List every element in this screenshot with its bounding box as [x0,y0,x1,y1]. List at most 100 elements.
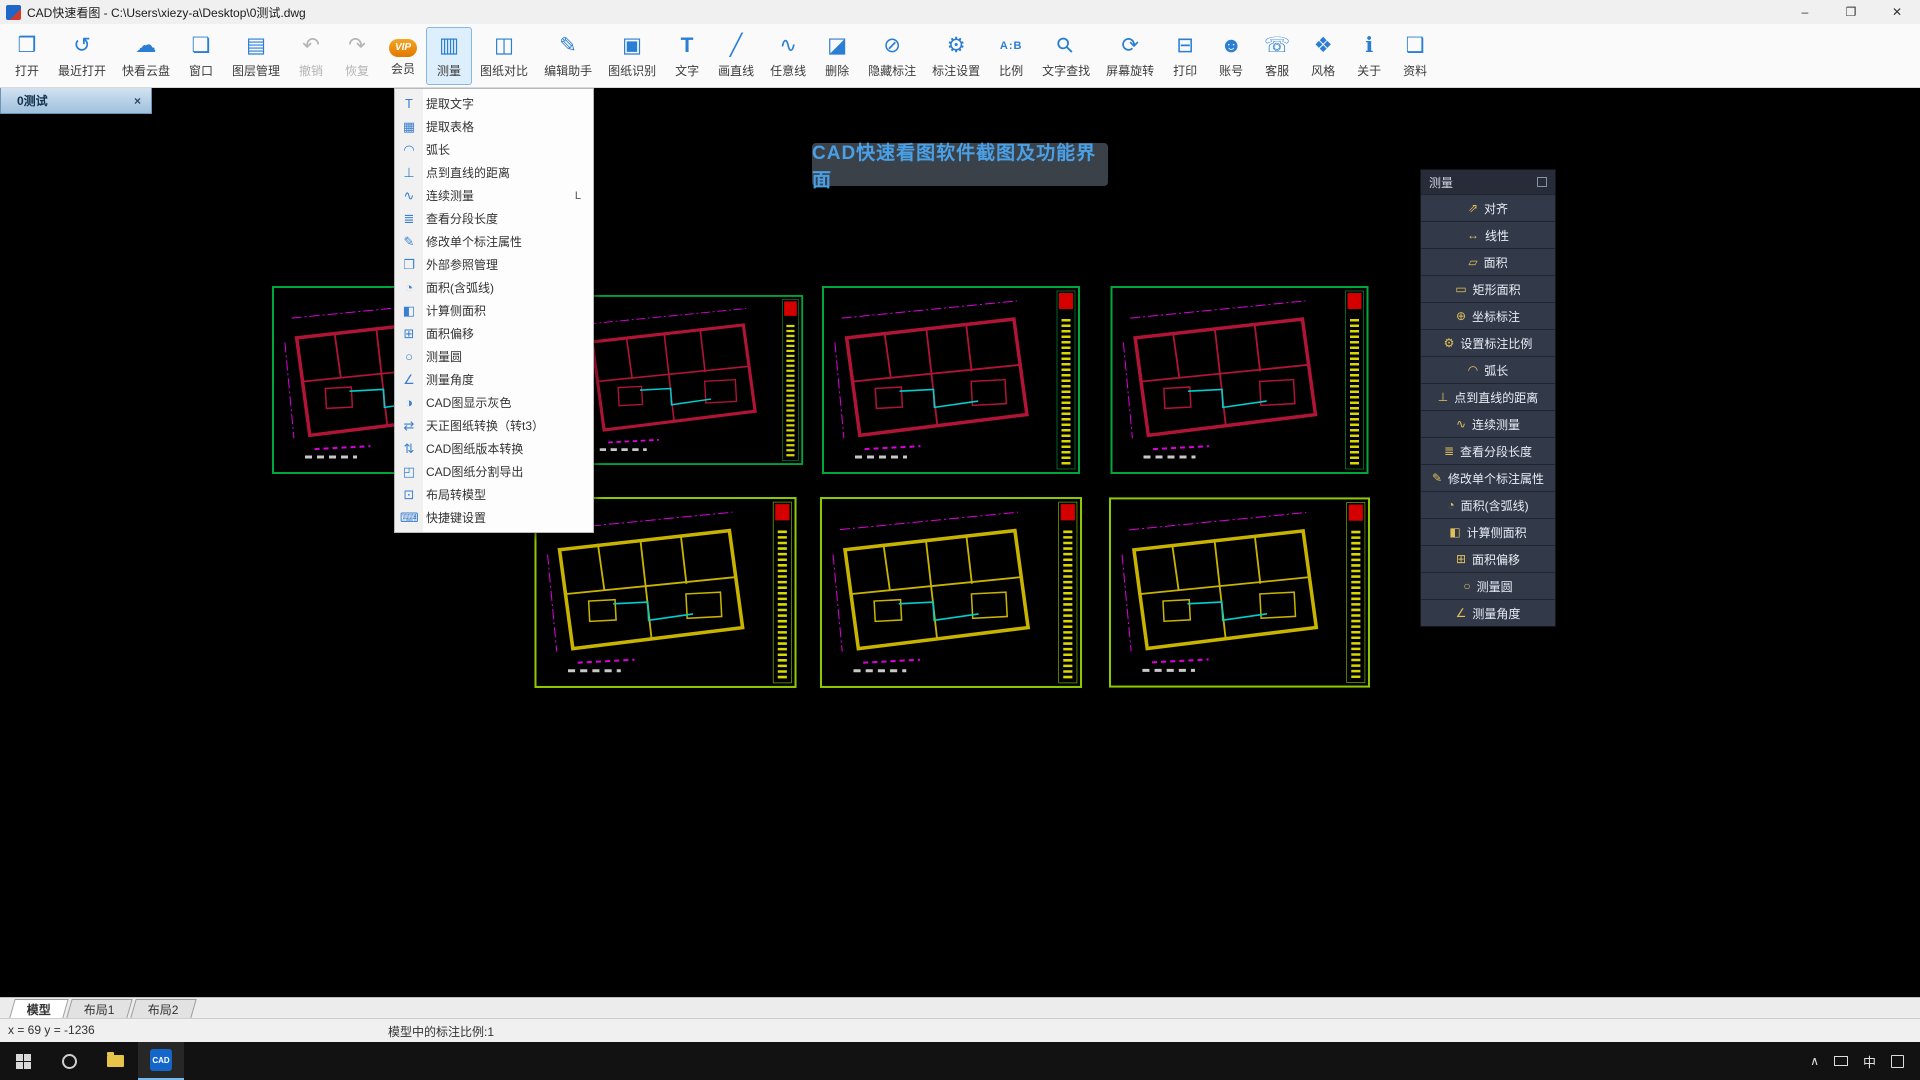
style-button[interactable]: ❖ 风格 [1300,27,1346,85]
menu-side-area[interactable]: ◧ 计算侧面积 [395,299,593,322]
menu-hotkey-settings[interactable]: ⌨ 快捷键设置 [395,506,593,529]
menu-split-export[interactable]: ◰ CAD图纸分割导出 [395,460,593,483]
notification-center-icon[interactable] [1891,1054,1904,1068]
sheet-tab-layout2[interactable]: 布局2 [129,999,197,1018]
panel-settings-icon[interactable] [1537,177,1547,187]
about-button[interactable]: ℹ 关于 [1346,27,1392,85]
redo-button[interactable]: ↷ 恢复 [334,27,380,85]
print-button[interactable]: ⊟ 打印 [1162,27,1208,85]
toolbar-button-icon: ☁ [135,33,157,57]
menu-version-convert[interactable]: ⇅ CAD图纸版本转换 [395,437,593,460]
system-tray: ∧ 中 [1810,1052,1920,1071]
menu-measure-angle[interactable]: ∠ 测量角度 [395,368,593,391]
panel-area-with-arc[interactable]: ◔ 面积(含弧线) [1421,492,1555,518]
menu-measure-circle[interactable]: ○ 测量圆 [395,345,593,368]
cad-drawing-thumbnail [1108,496,1371,689]
account-button[interactable]: ☻ 账号 [1208,27,1254,85]
cloud-drive-button[interactable]: ☁ 快看云盘 [114,27,178,85]
menu-modify-annotation[interactable]: ✎ 修改单个标注属性 [395,230,593,253]
menu-area-offset[interactable]: ⊞ 面积偏移 [395,322,593,345]
menu-extract-text[interactable]: T 提取文字 [395,92,593,115]
menu-xref-manager[interactable]: ❐ 外部参照管理 [395,253,593,276]
panel-side-area[interactable]: ◧ 计算侧面积 [1421,519,1555,545]
toolbar-button-icon: ∿ [779,33,797,57]
network-icon[interactable] [1833,1056,1848,1066]
scale-button[interactable]: A:B 比例 [988,27,1034,85]
recent-open-button[interactable]: ↺ 最近打开 [50,27,114,85]
panel-measure-angle[interactable]: ∠ 测量角度 [1421,600,1555,626]
menu-arc-length[interactable]: ◠ 弧长 [395,138,593,161]
draw-line-button[interactable]: ╱ 画直线 [710,27,762,85]
close-button[interactable]: ✕ [1874,0,1920,24]
cad-app-icon: CAD [150,1049,172,1071]
panel-continuous-measure[interactable]: ∿ 连续测量 [1421,411,1555,437]
menu-area-with-arc[interactable]: ◔ 面积(含弧线) [395,276,593,299]
menu-tianzheng-convert[interactable]: ⇄ 天正图纸转换（转t3） [395,414,593,437]
panel-segment-length[interactable]: ≣ 查看分段长度 [1421,438,1555,464]
cad-app-taskbar-button[interactable]: CAD [138,1042,184,1080]
drawing-canvas[interactable]: CAD快速看图软件截图及功能界面 0测试 × T 提取文字 ▦ 提取表格 ◠ 弧… [0,88,1920,997]
panel-point-to-line-distance[interactable]: ⊥ 点到直线的距离 [1421,384,1555,410]
start-button[interactable] [0,1042,46,1080]
menu-item-icon: ◰ [402,463,416,479]
panel-align[interactable]: ⇗ 对齐 [1421,195,1555,221]
toolbar-button-icon: ❒ [17,33,37,57]
menu-item-label: 快捷键设置 [426,511,487,525]
edit-assistant-button[interactable]: ✎ 编辑助手 [536,27,600,85]
delete-button[interactable]: ◪ 删除 [814,27,860,85]
text-button[interactable]: T 文字 [664,27,710,85]
cortana-button[interactable] [46,1042,92,1080]
panel-item-label: 弧长 [1484,363,1509,378]
panel-measure-circle[interactable]: ○ 测量圆 [1421,573,1555,599]
measure-button[interactable]: ▥ 测量 [426,26,473,85]
menu-segment-length[interactable]: ≣ 查看分段长度 [395,207,593,230]
panel-item-icon: ▭ [1455,282,1467,296]
undo-button[interactable]: ↶ 撤销 [288,27,334,85]
menu-layout-to-model[interactable]: ⊡ 布局转模型 [395,483,593,506]
menu-cad-gray-display[interactable]: ◑ CAD图显示灰色 [395,391,593,414]
restore-button[interactable]: ❐ [1828,0,1874,24]
menu-continuous-measure[interactable]: ∿ 连续测量 L [395,184,593,207]
open-button[interactable]: ❒ 打开 [4,27,50,85]
materials-button[interactable]: ❑ 资料 [1392,27,1438,85]
panel-set-annotation-scale[interactable]: ⚙ 设置标注比例 [1421,330,1555,356]
vip-member-button[interactable]: VIP 会员 [380,27,426,85]
drawing-compare-button[interactable]: ◫ 图纸对比 [472,27,536,85]
menu-point-to-line-distance[interactable]: ⊥ 点到直线的距离 [395,161,593,184]
sheet-tab-layout1[interactable]: 布局1 [66,999,133,1018]
toolbar-button-icon: ▤ [246,33,266,57]
panel-arc-length[interactable]: ◠ 弧长 [1421,357,1555,383]
window-button[interactable]: ❏ 窗口 [178,27,224,85]
tab-close-icon[interactable]: × [134,94,141,108]
sheet-tab-label: 布局2 [147,1002,179,1017]
menu-extract-table[interactable]: ▦ 提取表格 [395,115,593,138]
hide-annotation-button[interactable]: ⊘ 隐藏标注 [860,27,924,85]
menu-item-icon: ∠ [403,371,415,387]
document-tab[interactable]: 0测试 × [0,88,152,114]
panel-area-offset[interactable]: ⊞ 面积偏移 [1421,546,1555,572]
panel-rect-area[interactable]: ▭ 矩形面积 [1421,276,1555,302]
drawing-recognition-button[interactable]: ▣ 图纸识别 [600,27,664,85]
customer-service-button[interactable]: ☏ 客服 [1254,27,1300,85]
menu-item-label: 外部参照管理 [426,258,499,272]
panel-modify-annotation[interactable]: ✎ 修改单个标注属性 [1421,465,1555,491]
panel-area[interactable]: ▱ 面积 [1421,249,1555,275]
measure-panel-header: 测量 [1421,170,1555,194]
toolbar-button-label: 快看云盘 [122,63,171,78]
text-search-button[interactable]: ⚲ 文字查找 [1034,27,1098,85]
sheet-tab-model[interactable]: 模型 [9,999,69,1018]
annotation-settings-button[interactable]: ⚙ 标注设置 [924,27,988,85]
minimize-button[interactable]: – [1782,0,1828,24]
file-explorer-button[interactable] [92,1042,138,1080]
panel-linear[interactable]: ↔ 线性 [1421,222,1555,248]
menu-item-icon: ⇅ [403,440,415,456]
toolbar-button-icon: ☻ [1220,33,1243,57]
tray-chevron-icon[interactable]: ∧ [1810,1054,1819,1068]
screen-rotate-button[interactable]: ⟳ 屏幕旋转 [1098,27,1162,85]
measure-dropdown-menu: T 提取文字 ▦ 提取表格 ◠ 弧长 ⊥ 点到直线的距离 ∿ 连续测量 L ≣ … [394,88,594,533]
sheet-tab-bar: 模型 布局1 布局2 [0,997,1920,1018]
panel-coordinate-annotation[interactable]: ⊕ 坐标标注 [1421,303,1555,329]
layer-manager-button[interactable]: ▤ 图层管理 [224,27,288,85]
ime-language-indicator[interactable]: 中 [1863,1052,1876,1071]
free-line-button[interactable]: ∿ 任意线 [762,27,814,85]
